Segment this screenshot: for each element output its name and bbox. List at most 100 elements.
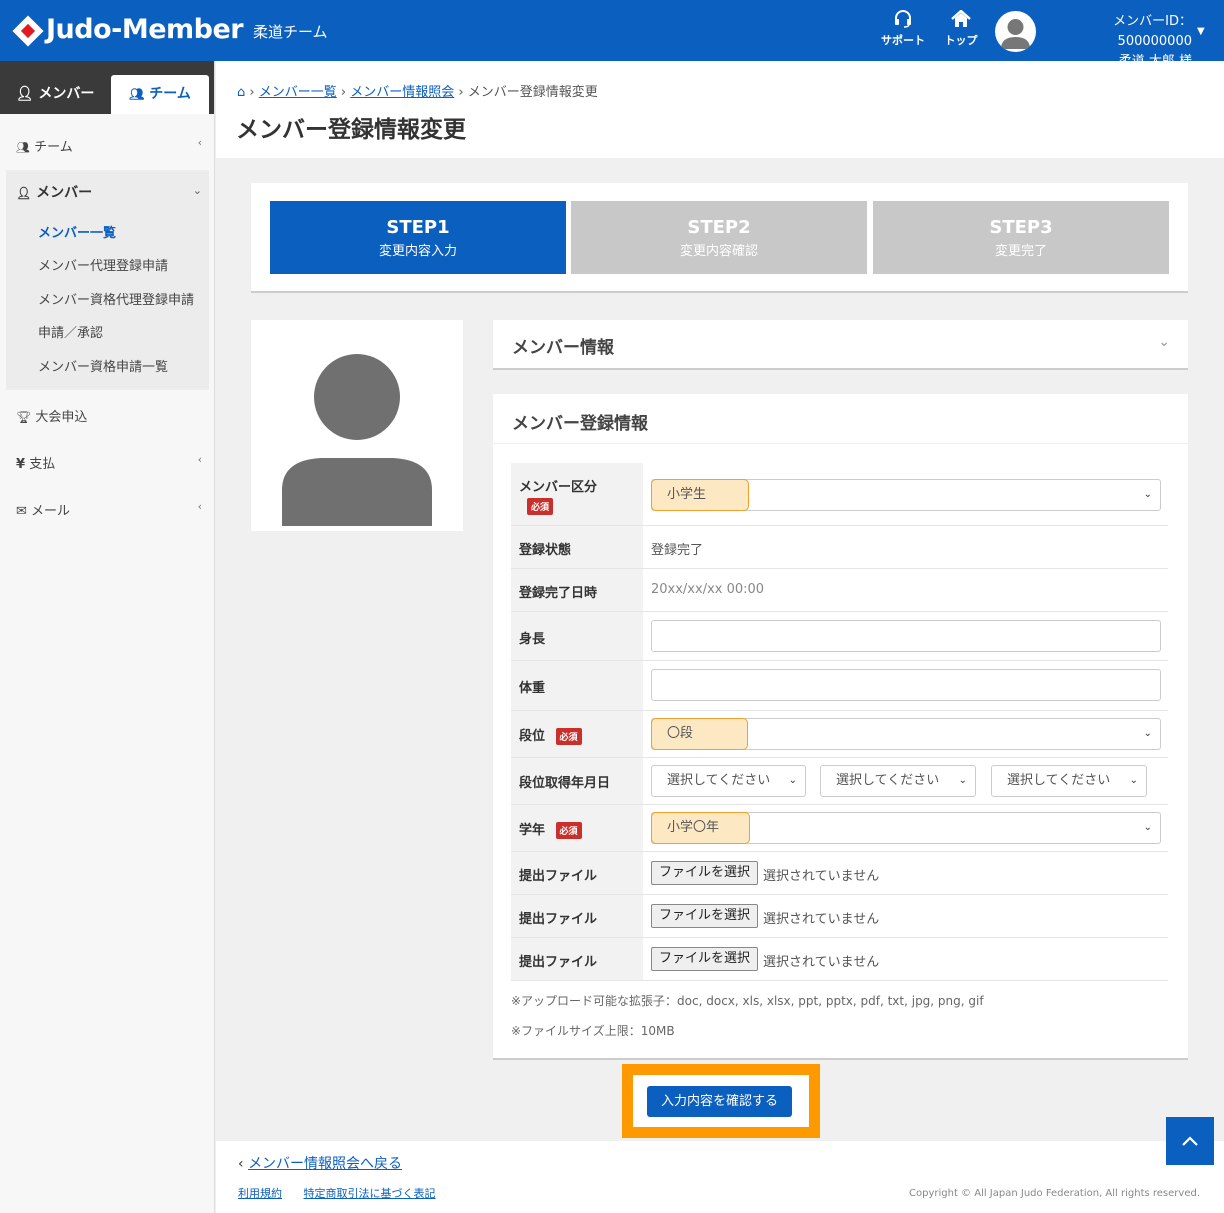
- grade-label: 学年: [519, 823, 546, 838]
- row-reg-status: 登録状態 登録完了: [511, 526, 1168, 569]
- home-icon: [951, 10, 971, 27]
- member-type-label: メンバー区分: [519, 480, 598, 495]
- sidebar-sub-qualification-list[interactable]: メンバー資格申請一覧: [38, 356, 168, 375]
- height-label: 身長: [511, 612, 643, 660]
- sidebar-item-tournament[interactable]: 🏆︎ 大会申込: [16, 406, 202, 425]
- tab-team[interactable]: 👥︎ チーム: [111, 75, 209, 114]
- back-link[interactable]: ‹ メンバー情報照会へ戻る: [238, 1153, 402, 1173]
- row-file-1: 提出ファイル ファイルを選択 選択されていません: [511, 852, 1168, 895]
- row-value: 選択してください ⌄ 選択してください ⌄ 選択してください ⌄: [651, 758, 1168, 804]
- step-subtitle: 変更内容確認: [679, 244, 758, 259]
- sidebar-sub-approval[interactable]: 申請／承認: [38, 322, 103, 341]
- tab-member[interactable]: 👤︎ メンバー: [0, 75, 110, 114]
- user-avatar[interactable]: [995, 11, 1036, 52]
- user-icon: [1001, 19, 1030, 49]
- dan-day-select[interactable]: 選択してください ⌄: [991, 765, 1147, 797]
- row-value: ファイルを選択 選択されていません: [651, 852, 1168, 894]
- height-input[interactable]: [651, 620, 1161, 652]
- row-member-type: メンバー区分 必須 小学生 ⌄: [511, 463, 1168, 526]
- extension-note: ※アップロード可能な拡張子：doc, docx, xls, xlsx, ppt,…: [511, 994, 984, 1008]
- chevron-down-icon: ⌄: [1143, 489, 1152, 500]
- chevron-left-icon: ‹: [197, 453, 202, 466]
- grade-value: 小学〇年: [651, 812, 750, 844]
- member-info-title: メンバー情報: [512, 338, 614, 358]
- reg-date-label: 登録完了日時: [511, 569, 643, 611]
- select-placeholder: 選択してください: [836, 773, 940, 788]
- member-type-select[interactable]: 小学生 ⌄: [651, 479, 1161, 511]
- app-logo[interactable]: Judo-Member: [46, 14, 244, 45]
- breadcrumb-member-list[interactable]: メンバー一覧: [259, 85, 337, 100]
- support-button[interactable]: サポート: [875, 10, 931, 48]
- step-1: STEP1 変更内容入力: [270, 201, 566, 274]
- dan-select[interactable]: 〇段 ⌄: [651, 718, 1161, 750]
- chevron-left-icon: ‹: [197, 500, 202, 513]
- file-select-button[interactable]: ファイルを選択: [651, 904, 759, 928]
- chevron-left-icon: ‹: [197, 136, 202, 149]
- chevron-down-icon: ⌄: [788, 775, 797, 786]
- row-label: 段位 必須: [511, 711, 643, 757]
- step-subtitle: 変更完了: [994, 244, 1047, 259]
- commerce-law-link[interactable]: 特定商取引法に基づく表記: [304, 1187, 436, 1200]
- terms-link[interactable]: 利用規約: [238, 1187, 282, 1200]
- file-select-button[interactable]: ファイルを選択: [651, 947, 759, 971]
- required-badge: 必須: [555, 822, 582, 839]
- sidebar-item-mail[interactable]: ✉ メール ‹: [16, 500, 202, 519]
- sidebar-sub-proxy-register[interactable]: メンバー代理登録申請: [38, 255, 168, 274]
- breadcrumb: ⌂ › メンバー一覧 › メンバー情報照会 › メンバー登録情報変更: [237, 81, 598, 100]
- step-subtitle: 変更内容入力: [378, 244, 457, 259]
- sidebar-item-team[interactable]: 👥︎ チーム ‹: [16, 136, 202, 155]
- member-photo: [251, 320, 463, 531]
- registration-title: メンバー登録情報: [512, 414, 648, 434]
- sidebar-sub-qualification-register[interactable]: メンバー資格代理登録申請: [38, 289, 194, 308]
- step-title: STEP2: [687, 217, 751, 238]
- size-note: ※ファイルサイズ上限：10MB: [511, 1024, 675, 1038]
- member-id: メンバーID：500000000: [1113, 14, 1192, 49]
- trophy-icon: 🏆︎: [16, 410, 32, 424]
- dan-month-select[interactable]: 選択してください ⌄: [820, 765, 976, 797]
- app-header: Judo-Member 柔道チーム サポート トップ メンバーID：500000…: [0, 0, 1224, 69]
- row-height: 身長: [511, 612, 1168, 661]
- sidebar-item-member[interactable]: 👤︎ メンバー ⌄: [16, 182, 202, 202]
- file-status: 選択されていません: [763, 912, 880, 927]
- scroll-to-top-button[interactable]: [1166, 1117, 1214, 1165]
- row-value: 小学生 ⌄: [651, 463, 1168, 525]
- sidebar-item-label: チーム: [34, 140, 73, 155]
- chevron-down-icon[interactable]: ⌄: [1158, 334, 1170, 350]
- page-title: メンバー登録情報変更: [236, 117, 466, 143]
- file-status: 選択されていません: [763, 955, 880, 970]
- file-select-button[interactable]: ファイルを選択: [651, 861, 759, 885]
- headset-icon: [895, 10, 911, 28]
- team-name: 柔道チーム: [253, 23, 328, 41]
- chevron-down-icon: ⌄: [192, 184, 202, 197]
- chevron-down-icon: ⌄: [1129, 775, 1138, 786]
- confirm-button[interactable]: 入力内容を確認する: [647, 1086, 792, 1117]
- divider: [493, 443, 1188, 444]
- top-button[interactable]: トップ: [933, 10, 989, 48]
- dan-label: 段位: [519, 729, 546, 744]
- file-label: 提出ファイル: [511, 852, 643, 894]
- member-info-panel[interactable]: メンバー情報 ⌄: [493, 320, 1188, 370]
- row-value: 〇段 ⌄: [651, 711, 1168, 757]
- file-label: 提出ファイル: [511, 895, 643, 937]
- breadcrumb-current: メンバー登録情報変更: [467, 85, 598, 100]
- step-title: STEP3: [989, 217, 1053, 238]
- row-dan-date: 段位取得年月日 選択してください ⌄ 選択してください ⌄ 選択してください ⌄: [511, 758, 1168, 805]
- sidebar-item-payment[interactable]: ¥ 支払 ‹: [16, 453, 202, 472]
- chevron-left-icon: ‹: [238, 1156, 244, 1172]
- breadcrumb-member-info[interactable]: メンバー情報照会: [350, 85, 454, 100]
- grade-select[interactable]: 小学〇年 ⌄: [651, 812, 1161, 844]
- weight-input[interactable]: [651, 669, 1161, 701]
- row-value: [651, 612, 1168, 660]
- dan-value: 〇段: [651, 718, 748, 750]
- user-icon: 👤︎: [15, 86, 34, 102]
- chevron-up-icon: [1182, 1136, 1198, 1146]
- yen-icon: ¥: [16, 457, 26, 472]
- dan-date-label: 段位取得年月日: [511, 758, 643, 804]
- dan-year-select[interactable]: 選択してください ⌄: [651, 765, 806, 797]
- row-file-2: 提出ファイル ファイルを選択 選択されていません: [511, 895, 1168, 938]
- sidebar-item-label: 支払: [29, 457, 56, 472]
- home-icon[interactable]: ⌂: [237, 85, 245, 100]
- caret-down-icon[interactable]: ▼: [1197, 26, 1205, 37]
- file-label: 提出ファイル: [511, 938, 643, 980]
- sidebar-sub-member-list[interactable]: メンバー一覧: [38, 222, 116, 241]
